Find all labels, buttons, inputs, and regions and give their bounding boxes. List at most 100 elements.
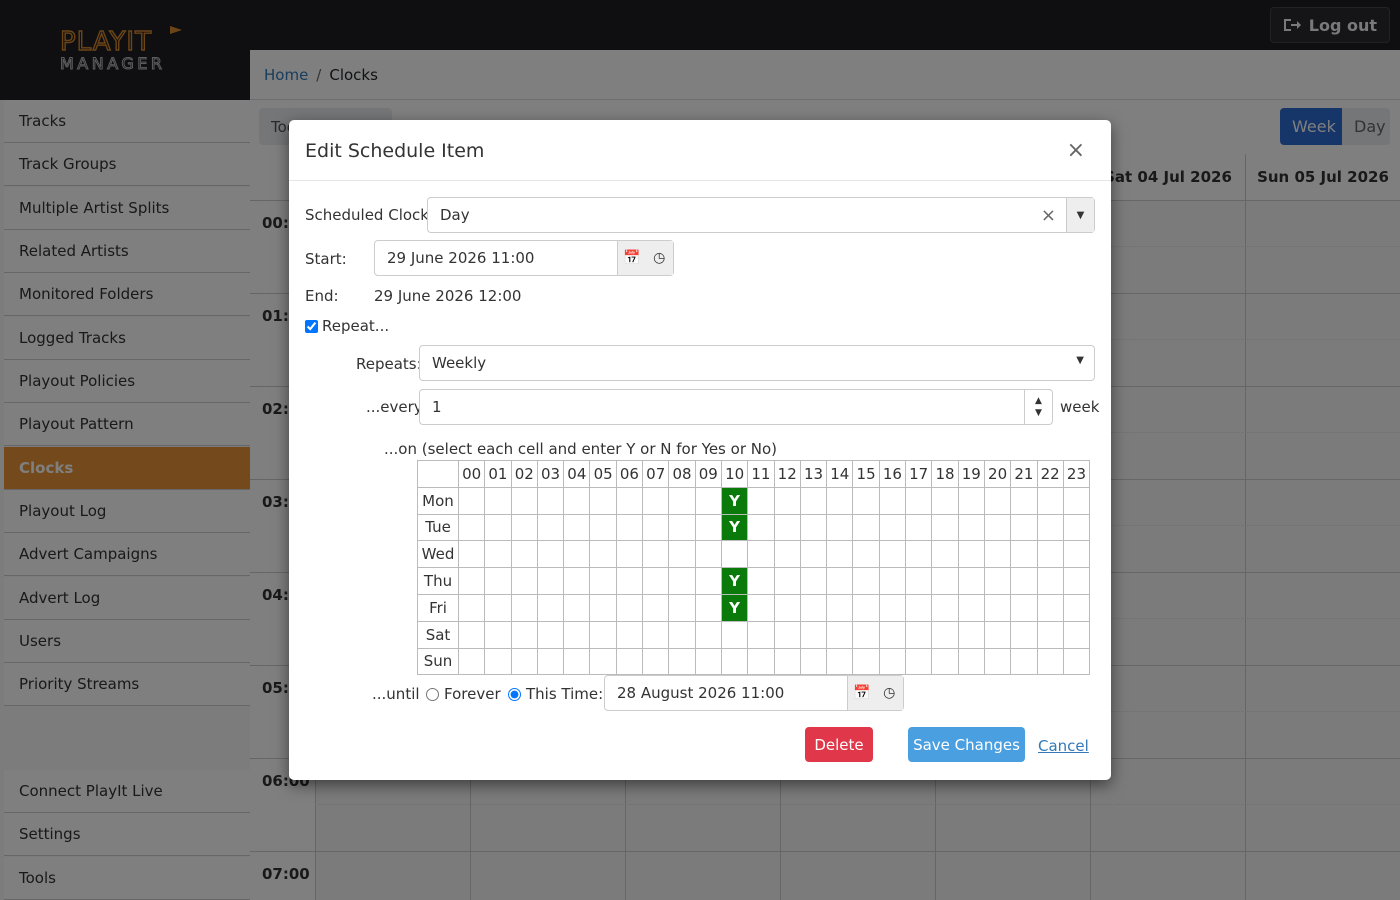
schedule-cell[interactable] <box>457 486 486 515</box>
schedule-cell[interactable] <box>852 593 880 622</box>
schedule-cell[interactable] <box>747 540 775 569</box>
start-datetime-input[interactable]: 29 June 2026 11:00 📅 ◷ <box>374 240 674 276</box>
schedule-cell[interactable] <box>615 620 644 649</box>
chevron-down-icon[interactable]: ▼ <box>1066 198 1094 232</box>
schedule-cell[interactable] <box>589 540 617 569</box>
schedule-cell[interactable] <box>957 567 985 595</box>
schedule-cell[interactable] <box>536 567 565 595</box>
schedule-cell[interactable] <box>510 567 538 595</box>
schedule-cell[interactable] <box>931 513 959 542</box>
schedule-cell[interactable] <box>589 513 617 542</box>
schedule-cell[interactable] <box>773 540 801 569</box>
schedule-cell[interactable] <box>905 567 933 595</box>
schedule-cell[interactable] <box>747 486 775 515</box>
schedule-cell[interactable] <box>799 593 828 622</box>
schedule-cell[interactable] <box>878 486 907 515</box>
schedule-cell[interactable] <box>668 513 696 542</box>
schedule-cell[interactable] <box>983 540 1012 569</box>
schedule-cell[interactable] <box>1010 513 1038 542</box>
schedule-cell[interactable] <box>694 567 722 595</box>
schedule-cell[interactable] <box>799 513 828 542</box>
schedule-cell[interactable] <box>957 540 985 569</box>
schedule-cell[interactable] <box>905 486 933 515</box>
schedule-cell[interactable] <box>668 567 696 595</box>
schedule-cell[interactable] <box>747 620 775 649</box>
schedule-cell[interactable] <box>878 513 907 542</box>
schedule-cell[interactable] <box>510 620 538 649</box>
schedule-cell[interactable] <box>826 620 854 649</box>
schedule-cell[interactable] <box>694 486 722 515</box>
schedule-cell[interactable] <box>931 593 959 622</box>
schedule-cell[interactable] <box>983 647 1012 676</box>
schedule-cell[interactable] <box>457 593 486 622</box>
schedule-cell[interactable] <box>799 620 828 649</box>
schedule-cell[interactable] <box>1062 486 1091 515</box>
schedule-cell[interactable] <box>510 647 538 676</box>
calendar-icon[interactable]: 📅 <box>618 250 646 266</box>
schedule-cell[interactable] <box>536 540 565 569</box>
schedule-cell[interactable] <box>484 593 512 622</box>
schedule-cell[interactable] <box>484 567 512 595</box>
schedule-cell[interactable] <box>484 513 512 542</box>
schedule-cell[interactable] <box>642 513 670 542</box>
calendar-icon[interactable]: 📅 <box>848 685 876 701</box>
schedule-cell[interactable] <box>826 540 854 569</box>
schedule-cell[interactable] <box>983 513 1012 542</box>
schedule-cell[interactable] <box>563 647 591 676</box>
schedule-cell[interactable] <box>826 486 854 515</box>
schedule-cell[interactable] <box>1010 486 1038 515</box>
schedule-cell[interactable] <box>826 593 854 622</box>
schedule-cell[interactable] <box>747 513 775 542</box>
schedule-cell[interactable] <box>720 540 749 569</box>
schedule-cell[interactable] <box>589 567 617 595</box>
schedule-cell[interactable] <box>1010 593 1038 622</box>
schedule-cell[interactable] <box>931 567 959 595</box>
schedule-cell[interactable] <box>852 647 880 676</box>
schedule-cell[interactable] <box>457 513 486 542</box>
schedule-cell[interactable] <box>747 593 775 622</box>
schedule-cell[interactable] <box>878 593 907 622</box>
schedule-cell[interactable] <box>589 593 617 622</box>
schedule-cell[interactable] <box>773 620 801 649</box>
schedule-cell[interactable] <box>931 540 959 569</box>
schedule-cell[interactable]: Y <box>720 513 749 542</box>
schedule-cell[interactable] <box>457 567 486 595</box>
schedule-cell[interactable] <box>615 513 644 542</box>
schedule-cell[interactable] <box>983 593 1012 622</box>
schedule-cell[interactable] <box>957 593 985 622</box>
schedule-cell[interactable] <box>720 620 749 649</box>
schedule-cell[interactable] <box>1062 540 1091 569</box>
schedule-cell[interactable] <box>1062 567 1091 595</box>
schedule-cell[interactable] <box>983 567 1012 595</box>
schedule-cell[interactable] <box>905 647 933 676</box>
schedule-cell[interactable] <box>905 513 933 542</box>
schedule-cell[interactable] <box>510 593 538 622</box>
schedule-cell[interactable] <box>668 593 696 622</box>
cancel-link[interactable]: Cancel <box>1038 737 1089 755</box>
forever-radio[interactable] <box>426 687 439 701</box>
schedule-cell[interactable] <box>852 513 880 542</box>
schedule-cell[interactable] <box>615 647 644 676</box>
schedule-cell[interactable] <box>957 647 985 676</box>
schedule-cell[interactable] <box>668 647 696 676</box>
schedule-cell[interactable] <box>852 620 880 649</box>
schedule-cell[interactable] <box>773 647 801 676</box>
schedule-cell[interactable] <box>747 647 775 676</box>
schedule-cell[interactable] <box>799 567 828 595</box>
this-time-radio[interactable] <box>508 687 521 701</box>
schedule-cell[interactable] <box>905 540 933 569</box>
schedule-cell[interactable] <box>457 540 486 569</box>
schedule-cell[interactable] <box>642 567 670 595</box>
schedule-cell[interactable] <box>1036 486 1064 515</box>
schedule-cell[interactable] <box>878 647 907 676</box>
schedule-cell[interactable] <box>1062 593 1091 622</box>
every-number-input[interactable]: 1 ▲ ▼ <box>419 389 1053 425</box>
schedule-cell[interactable] <box>747 567 775 595</box>
schedule-cell[interactable] <box>642 620 670 649</box>
schedule-cell[interactable] <box>536 513 565 542</box>
schedule-cell[interactable] <box>799 647 828 676</box>
schedule-cell[interactable] <box>905 620 933 649</box>
schedule-cell[interactable] <box>799 486 828 515</box>
schedule-cell[interactable]: Y <box>720 593 749 622</box>
schedule-cell[interactable] <box>694 540 722 569</box>
